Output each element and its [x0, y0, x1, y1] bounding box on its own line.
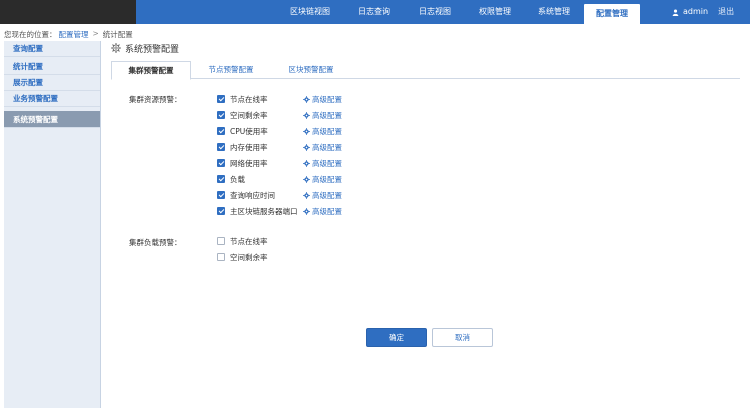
top-bar: 区块链视图 日志查询 日志视图 权限管理 系统管理 配置管理 admin 退出	[0, 0, 750, 24]
gear-icon	[303, 127, 310, 135]
nav-item-log-view[interactable]: 日志视图	[404, 0, 466, 24]
breadcrumb-separator: >	[92, 29, 99, 38]
sidebar: 查询配置 统计配置 展示配置 业务预警配置 系统预警配置	[4, 41, 101, 408]
checkbox-label: 负载	[230, 174, 245, 184]
checkbox-label: 查询响应时间	[230, 190, 275, 200]
logout-link[interactable]: 退出	[718, 0, 734, 24]
user-icon	[672, 9, 679, 16]
list-item: 空间剩余率 高级配置	[217, 107, 342, 123]
checkbox-label: 节点在线率	[230, 94, 268, 104]
checkbox-label: 空间剩余率	[230, 110, 268, 120]
breadcrumb-config[interactable]: 配置管理	[59, 29, 89, 40]
tab-bar: 集群预警配置 节点预警配置 区块预警配置	[111, 61, 740, 80]
gear-icon	[303, 95, 310, 103]
list-item: 节点在线率	[217, 233, 306, 249]
sidebar-item-business-alert[interactable]: 业务预警配置	[4, 91, 100, 107]
advanced-config-label: 高级配置	[312, 190, 342, 200]
list-item: 空间剩余率	[217, 249, 306, 265]
checkbox[interactable]	[217, 237, 225, 245]
list-item: 内存使用率 高级配置	[217, 139, 342, 155]
nav-item-blockchain-view[interactable]: 区块链视图	[276, 0, 344, 24]
gear-icon	[303, 159, 310, 167]
nav-item-config[interactable]: 配置管理	[584, 4, 640, 24]
checkbox-label: 内存使用率	[230, 142, 268, 152]
checkbox[interactable]	[217, 253, 225, 261]
cluster-resource-label: 集群资源预警：	[129, 95, 182, 104]
advanced-config-label: 高级配置	[312, 206, 342, 216]
advanced-config-label: 高级配置	[312, 126, 342, 136]
nav-item-system[interactable]: 系统管理	[524, 0, 584, 24]
user-area: admin 退出	[672, 0, 734, 24]
gear-icon	[303, 191, 310, 199]
tab-cluster-alert[interactable]: 集群预警配置	[111, 61, 191, 80]
main-content: 系统预警配置 集群预警配置 节点预警配置 区块预警配置 集群资源预警： 节点在线…	[111, 41, 740, 401]
checkbox[interactable]	[217, 159, 225, 167]
checkbox[interactable]	[217, 175, 225, 183]
breadcrumb: 您现在的位置： 配置管理 > 统计配置	[4, 29, 133, 40]
advanced-config-label: 高级配置	[312, 94, 342, 104]
gear-icon	[303, 143, 310, 151]
nav-item-log-query[interactable]: 日志查询	[344, 0, 404, 24]
cluster-load-label: 集群负载预警：	[129, 238, 182, 247]
list-item: CPU使用率 高级配置	[217, 123, 342, 139]
advanced-config-link[interactable]: 高级配置	[303, 206, 342, 217]
cluster-load-list: 节点在线率 空间剩余率	[217, 233, 306, 265]
advanced-config-link[interactable]: 高级配置	[303, 126, 342, 137]
advanced-config-link[interactable]: 高级配置	[303, 190, 342, 201]
list-item: 网络使用率 高级配置	[217, 155, 342, 171]
checkbox-label: 空间剩余率	[230, 252, 268, 262]
advanced-config-label: 高级配置	[312, 110, 342, 120]
advanced-config-link[interactable]: 高级配置	[303, 142, 342, 153]
advanced-config-label: 高级配置	[312, 174, 342, 184]
main-nav: 区块链视图 日志查询 日志视图 权限管理 系统管理 配置管理	[276, 0, 640, 24]
list-item: 主区块链服务器端口 高级配置	[217, 203, 342, 219]
page-title: 系统预警配置	[125, 44, 180, 55]
checkbox-label: 网络使用率	[230, 158, 268, 168]
breadcrumb-current: 统计配置	[102, 30, 133, 39]
nav-item-permission[interactable]: 权限管理	[466, 0, 524, 24]
gear-icon	[111, 43, 121, 53]
sidebar-item-system-alert[interactable]: 系统预警配置	[4, 111, 100, 128]
advanced-config-link[interactable]: 高级配置	[303, 110, 342, 121]
advanced-config-label: 高级配置	[312, 142, 342, 152]
page-title-row: 系统预警配置	[111, 41, 740, 55]
user-name[interactable]: admin	[683, 0, 708, 24]
checkbox-label: CPU使用率	[230, 126, 268, 136]
checkbox[interactable]	[217, 127, 225, 135]
advanced-config-label: 高级配置	[312, 158, 342, 168]
checkbox[interactable]	[217, 111, 225, 119]
list-item: 节点在线率 高级配置	[217, 91, 342, 107]
confirm-button[interactable]: 确定	[366, 328, 427, 347]
advanced-config-link[interactable]: 高级配置	[303, 174, 342, 185]
sidebar-item-display-config[interactable]: 展示配置	[4, 75, 100, 91]
breadcrumb-prefix: 您现在的位置：	[4, 30, 57, 39]
checkbox[interactable]	[217, 207, 225, 215]
checkbox-label: 主区块链服务器端口	[230, 206, 298, 216]
sidebar-item-query-config[interactable]: 查询配置	[4, 41, 100, 57]
tab-block-alert[interactable]: 区块预警配置	[271, 61, 351, 79]
checkbox[interactable]	[217, 143, 225, 151]
advanced-config-link[interactable]: 高级配置	[303, 158, 342, 169]
gear-icon	[303, 111, 310, 119]
gear-icon	[303, 175, 310, 183]
list-item: 查询响应时间 高级配置	[217, 187, 342, 203]
logo-area	[0, 0, 136, 24]
checkbox[interactable]	[217, 95, 225, 103]
cancel-button[interactable]: 取消	[432, 328, 493, 347]
list-item: 负载 高级配置	[217, 171, 342, 187]
tab-node-alert[interactable]: 节点预警配置	[191, 61, 271, 79]
advanced-config-link[interactable]: 高级配置	[303, 94, 342, 105]
checkbox-label: 节点在线率	[230, 236, 268, 246]
gear-icon	[303, 207, 310, 215]
sidebar-item-stat-config[interactable]: 统计配置	[4, 59, 100, 75]
cluster-resource-list: 节点在线率 高级配置 空间剩余率 高级配置 CPU使用率 高级配置 内存使用率 …	[217, 91, 342, 219]
checkbox[interactable]	[217, 191, 225, 199]
